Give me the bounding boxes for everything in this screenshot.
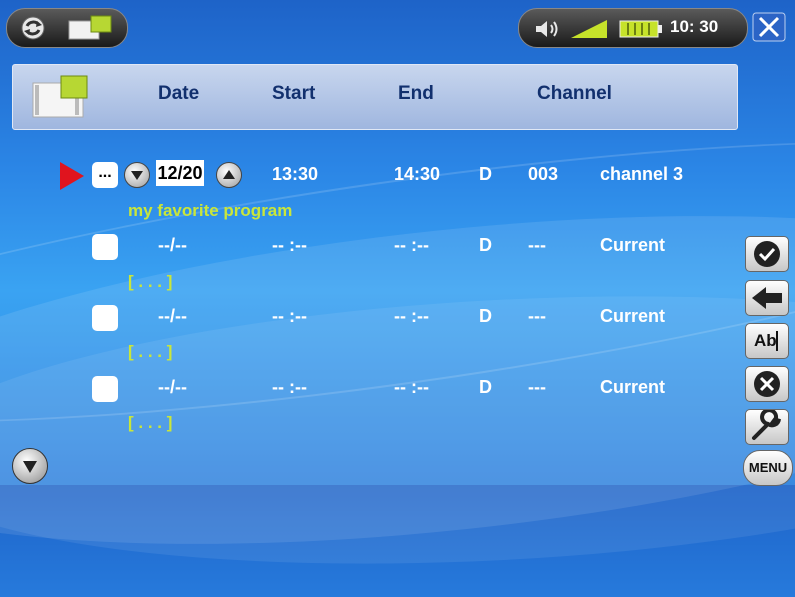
- chevron-down-icon: [23, 461, 37, 473]
- text-cursor-icon: [776, 331, 778, 351]
- column-end[interactable]: End: [398, 83, 434, 105]
- calendar-icon: [68, 15, 112, 40]
- row-date[interactable]: --/--: [158, 306, 187, 327]
- menu-button[interactable]: MENU: [743, 450, 793, 486]
- row-date[interactable]: --/--: [158, 377, 187, 398]
- cancel-icon: [754, 371, 780, 397]
- status-bar: 10: 30: [0, 0, 795, 52]
- row-mode[interactable]: D: [479, 235, 492, 256]
- row-program-name[interactable]: [ . . . ]: [128, 413, 172, 433]
- date-decrement-button[interactable]: [124, 162, 150, 188]
- column-date[interactable]: Date: [158, 83, 199, 105]
- row-start[interactable]: -- :--: [272, 235, 307, 256]
- background-wave: [0, 83, 795, 481]
- row-options-button[interactable]: ...: [92, 162, 118, 188]
- row-mode[interactable]: D: [479, 306, 492, 327]
- signal-icon: [571, 20, 607, 38]
- back-button[interactable]: [745, 280, 789, 316]
- row-checkbox[interactable]: [92, 376, 118, 402]
- date-increment-button[interactable]: [216, 162, 242, 188]
- row-end[interactable]: 14:30: [394, 164, 440, 185]
- row-channel-name[interactable]: Current: [600, 377, 665, 398]
- row-selector-icon: [60, 162, 84, 190]
- settings-button[interactable]: [745, 408, 789, 445]
- wrench-icon: [752, 408, 781, 440]
- row-end[interactable]: -- :--: [394, 377, 429, 398]
- rename-button[interactable]: Ab: [745, 323, 789, 359]
- row-channel-number[interactable]: ---: [528, 235, 546, 256]
- row-end[interactable]: -- :--: [394, 306, 429, 327]
- refresh-icon[interactable]: [19, 14, 47, 42]
- row-checkbox[interactable]: [92, 234, 118, 260]
- column-header-panel: [12, 64, 738, 130]
- battery-icon: [619, 20, 662, 38]
- arrow-left-icon: [752, 287, 782, 309]
- row-date[interactable]: --/--: [158, 235, 187, 256]
- row-checkbox[interactable]: [92, 305, 118, 331]
- cancel-button[interactable]: [745, 366, 789, 402]
- close-icon[interactable]: [752, 12, 786, 42]
- rename-label: Ab: [754, 331, 777, 350]
- row-start[interactable]: 13:30: [272, 164, 318, 185]
- date-input[interactable]: 12/20: [156, 160, 204, 186]
- row-program-name[interactable]: [ . . . ]: [128, 342, 172, 362]
- row-end[interactable]: -- :--: [394, 235, 429, 256]
- schedule-icon: [32, 75, 88, 118]
- app-pill: [6, 8, 128, 48]
- column-start[interactable]: Start: [272, 83, 315, 105]
- row-channel-name[interactable]: Current: [600, 235, 665, 256]
- row-program-name[interactable]: my favorite program: [128, 201, 292, 221]
- row-mode[interactable]: D: [479, 164, 492, 185]
- row-start[interactable]: -- :--: [272, 306, 307, 327]
- row-channel-number[interactable]: ---: [528, 306, 546, 327]
- row-channel-number[interactable]: 003: [528, 164, 558, 185]
- row-channel-name[interactable]: channel 3: [600, 164, 683, 185]
- volume-icon[interactable]: [533, 18, 563, 40]
- column-channel[interactable]: Channel: [537, 83, 612, 105]
- confirm-button[interactable]: [745, 236, 789, 272]
- scroll-down-button[interactable]: [12, 448, 48, 484]
- row-channel-name[interactable]: Current: [600, 306, 665, 327]
- clock: 10: 30: [670, 17, 719, 36]
- row-program-name[interactable]: [ . . . ]: [128, 272, 172, 292]
- chevron-down-icon: [131, 171, 143, 180]
- row-channel-number[interactable]: ---: [528, 377, 546, 398]
- row-mode[interactable]: D: [479, 377, 492, 398]
- chevron-up-icon: [223, 170, 235, 179]
- check-icon: [754, 241, 780, 267]
- row-start[interactable]: -- :--: [272, 377, 307, 398]
